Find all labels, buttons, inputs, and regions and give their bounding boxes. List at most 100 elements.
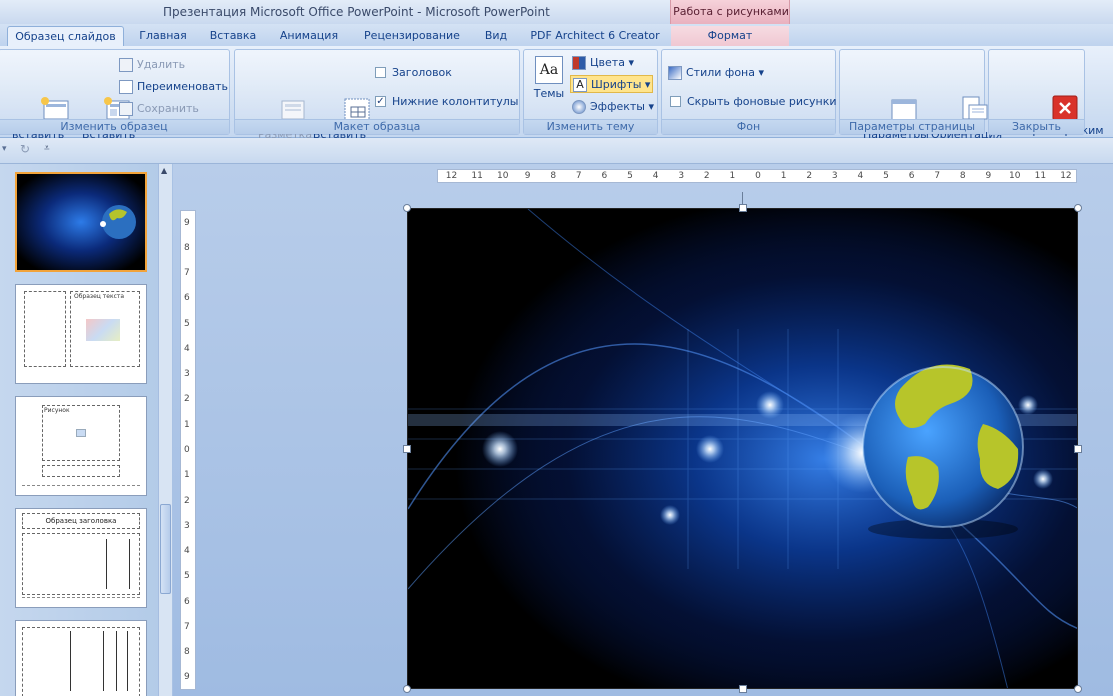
thumbnail-footer [22, 597, 140, 605]
ruler-tick-label: 6 [184, 293, 190, 304]
customize-qat-icon[interactable]: ⩡ [44, 143, 50, 154]
ruler-tick-label: 7 [575, 171, 582, 181]
slide-thumbnail-master[interactable] [15, 172, 147, 272]
ruler-tick-label: 11 [471, 171, 483, 181]
resize-handle-bottom-right[interactable] [1074, 685, 1082, 693]
horizontal-ruler-ticks: 12 11 10 9 8 7 6 5 4 3 2 1 0 1 2 3 4 5 6 7 8 9 10 11 12 [438, 170, 1076, 182]
tab-review[interactable]: Рецензирование [360, 26, 464, 46]
tab-view[interactable]: Вид [480, 26, 512, 46]
ruler-tick-label: 9 [524, 171, 531, 181]
ruler-tick-label: 5 [184, 318, 190, 329]
background-styles-icon [668, 66, 682, 80]
resize-handle-bottom[interactable] [739, 685, 747, 693]
ruler-tick-label: 8 [959, 171, 966, 181]
insert-placeholder-icon [314, 82, 370, 122]
close-icon [1024, 82, 1078, 121]
hide-background-checkbox[interactable]: Скрыть фоновые рисунки [670, 93, 837, 111]
title-checkbox-box[interactable] [375, 66, 386, 78]
fonts-button[interactable]: A Шрифты ▾ [570, 75, 654, 93]
ruler-tick-label: 6 [908, 171, 915, 181]
ruler-tick-label: 7 [934, 171, 941, 181]
thumbnail-placeholder [42, 465, 120, 477]
ruler-tick-label: 9 [184, 672, 190, 683]
tab-pdf-architect[interactable]: PDF Architect 6 Creator [530, 26, 660, 46]
background-picture[interactable] [408, 209, 1078, 689]
ruler-tick-label: 3 [678, 171, 685, 181]
title-checkbox[interactable]: Заголовок [375, 64, 452, 82]
resize-handle-top-right[interactable] [1074, 204, 1082, 212]
ruler-tick-label: 8 [184, 242, 190, 253]
ribbon-tabs: Образец слайдов Главная Вставка Анимация… [0, 24, 1113, 46]
rename-button[interactable]: Переименовать [119, 78, 228, 96]
ruler-tick-label: 6 [601, 171, 608, 181]
ruler-tick-label: 4 [857, 171, 864, 181]
delete-button[interactable]: Удалить [119, 56, 185, 74]
ruler-tick-label: 3 [184, 520, 190, 531]
slide-thumbnail-picture-layout[interactable]: Рисунок [15, 396, 147, 496]
group-close: Закрыть режим образца Закрыть [988, 49, 1104, 150]
tab-format[interactable]: Формат [671, 26, 789, 46]
slide-orientation-icon [931, 82, 988, 120]
ruler-tick-label: 7 [184, 268, 190, 279]
thumbnail-text: Образец заголовка [22, 513, 140, 529]
resize-handle-left[interactable] [403, 445, 411, 453]
preserve-button[interactable]: Сохранить [119, 100, 199, 118]
thumbnail-vertical-title [116, 631, 128, 691]
resize-handle-right[interactable] [1074, 445, 1082, 453]
effects-button[interactable]: Эффекты ▾ [572, 98, 654, 116]
ruler-tick-label: 1 [729, 171, 736, 181]
fonts-icon: A [573, 78, 587, 92]
dropdown-arrow-icon[interactable]: ▾ [2, 144, 7, 154]
ruler-tick-label: 12 [445, 171, 458, 181]
slides-pane-scrollbar[interactable]: ▲ [158, 164, 172, 696]
ruler-tick-label: 10 [497, 171, 509, 181]
ruler-tick-label: 7 [184, 621, 190, 632]
footers-checkbox-box[interactable]: ✓ [375, 95, 386, 107]
tab-insert[interactable]: Вставка [205, 26, 261, 46]
ruler-tick-label: 11 [1034, 171, 1047, 181]
ruler-tick-label: 6 [184, 596, 190, 607]
slide-thumbnail-vertical-layout[interactable] [15, 620, 147, 696]
ribbon: вставить вец слайдов Вставить макет Удал… [0, 46, 1113, 154]
delete-icon [119, 58, 133, 72]
tab-home[interactable]: Главная [136, 26, 190, 46]
colors-icon [572, 56, 586, 70]
group-label-edit-theme: Изменить тему [524, 119, 657, 134]
background-styles-button[interactable]: Стили фона ▾ [668, 64, 764, 82]
ruler-tick-label: 3 [831, 171, 838, 181]
ruler-tick-label: 2 [184, 495, 190, 506]
thumbnail-image [86, 319, 120, 341]
vertical-ruler[interactable]: 9 8 7 6 5 4 3 2 1 0 1 2 3 4 5 6 7 8 9 [180, 210, 196, 690]
ruler-tick-label: 4 [652, 171, 659, 181]
slide-thumbnail-text-layout[interactable]: Образец текста [15, 284, 147, 384]
effects-icon [572, 100, 586, 114]
thumbnail-vertical-text [70, 631, 104, 691]
thumbnail-placeholder [24, 291, 66, 367]
title-bar: Презентация Microsoft Office PowerPoint … [0, 0, 1113, 24]
ruler-tick-label: 4 [184, 343, 190, 354]
footers-checkbox[interactable]: ✓ Нижние колонтитулы [375, 93, 518, 111]
scrollbar-thumb[interactable] [160, 504, 171, 594]
slide-master-canvas[interactable] [407, 208, 1078, 689]
slides-pane: Образец текста Рисунок Образец заголовка [0, 164, 160, 696]
horizontal-ruler[interactable]: 12 11 10 9 8 7 6 5 4 3 2 1 0 1 2 3 4 5 6 7 8 9 10 11 12 [437, 169, 1077, 183]
redo-icon[interactable]: ↻ [20, 142, 30, 156]
window-title: Презентация Microsoft Office PowerPoint … [163, 5, 550, 19]
colors-button[interactable]: Цвета ▾ [572, 54, 634, 72]
group-page-setup: Параметры страницы Ориентация слайда Пар… [839, 49, 1002, 154]
group-edit-theme: Aa Темы Цвета ▾ A Шрифты ▾ Эффекты ▾ Изме… [523, 49, 658, 135]
slide-thumbnail-title-layout[interactable]: Образец заголовка [15, 508, 147, 608]
rotation-handle-stem[interactable] [742, 192, 743, 205]
ruler-tick-label: 5 [627, 171, 633, 181]
resize-handle-top-left[interactable] [403, 204, 411, 212]
master-layout-icon [250, 82, 305, 120]
group-label-close: Закрыть [989, 119, 1084, 134]
page-setup-icon [861, 82, 917, 121]
themes-button[interactable]: Aa Темы [530, 56, 568, 100]
hide-background-checkbox-box[interactable] [670, 95, 681, 107]
resize-handle-top[interactable] [739, 204, 747, 212]
tab-animation[interactable]: Анимация [276, 26, 342, 46]
tab-slide-master[interactable]: Образец слайдов [7, 26, 124, 46]
scroll-up-icon[interactable]: ▲ [161, 166, 167, 175]
resize-handle-bottom-left[interactable] [403, 685, 411, 693]
